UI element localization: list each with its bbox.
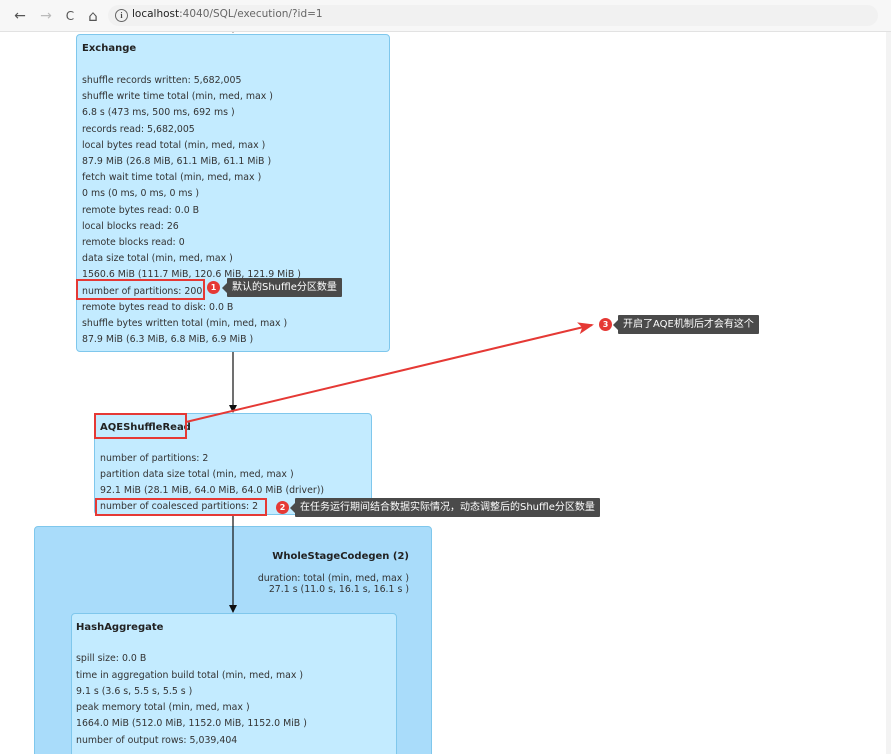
browser-toolbar: ← → C ⌂ i localhost:4040/SQL/execution/?… bbox=[0, 0, 891, 32]
home-icon[interactable]: ⌂ bbox=[85, 8, 101, 24]
forward-arrow-icon[interactable]: → bbox=[38, 8, 54, 24]
url-host: localhost bbox=[132, 8, 180, 20]
highlight-box-aqe-title bbox=[94, 413, 187, 439]
reload-icon[interactable]: C bbox=[62, 8, 78, 24]
annotation-arrow bbox=[185, 322, 594, 423]
info-icon[interactable]: i bbox=[115, 9, 128, 22]
annotation-tooltip-1: 默认的Shuffle分区数量 bbox=[222, 278, 342, 297]
annotation-badge-3: 3 bbox=[599, 318, 612, 331]
sql-plan-graph: Exchange shuffle records written: 5,682,… bbox=[0, 32, 891, 754]
annotation-badge-2: 2 bbox=[276, 501, 289, 514]
highlight-box-partitions bbox=[76, 279, 205, 300]
highlight-box-coalesced bbox=[95, 498, 267, 516]
url-path: :4040/SQL/execution/?id=1 bbox=[179, 8, 323, 20]
annotation-tooltip-3: 开启了AQE机制后才会有这个 bbox=[613, 315, 759, 334]
address-bar[interactable]: i localhost:4040/SQL/execution/?id=1 bbox=[108, 5, 878, 26]
graph-edges bbox=[185, 32, 594, 613]
back-arrow-icon[interactable]: ← bbox=[12, 8, 28, 24]
page-edge bbox=[886, 32, 891, 754]
url-text[interactable]: localhost:4040/SQL/execution/?id=1 bbox=[132, 8, 323, 20]
annotation-tooltip-2: 在任务运行期间结合数据实际情况，动态调整后的Shuffle分区数量 bbox=[290, 498, 600, 517]
annotation-badge-1: 1 bbox=[207, 281, 220, 294]
